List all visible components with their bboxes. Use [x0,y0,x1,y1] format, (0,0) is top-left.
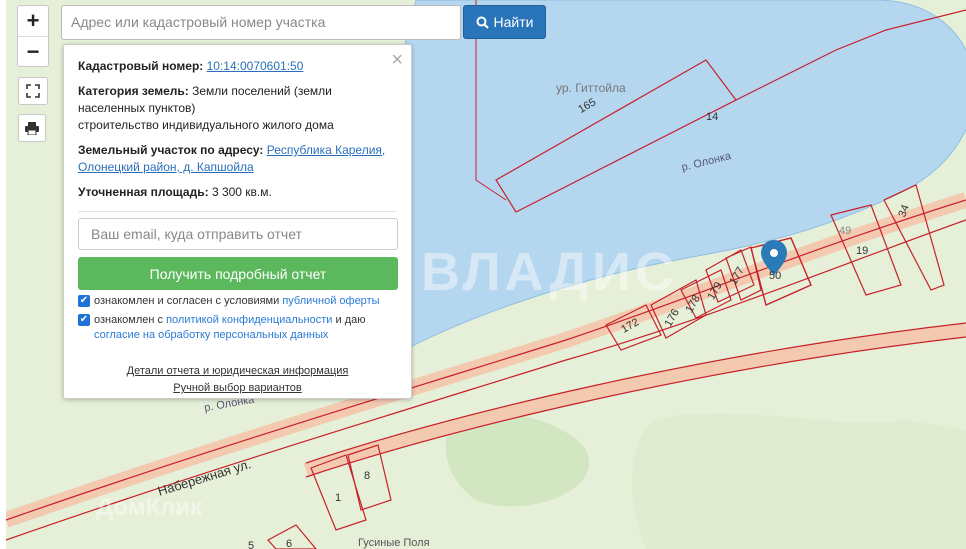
get-report-button[interactable]: Получить подробный отчет [78,257,398,290]
area-label: Уточненная площадь: [78,185,209,199]
fullscreen-button[interactable] [18,77,48,105]
parcel-label: 8 [364,470,371,482]
fullscreen-icon [26,84,40,98]
road-number-label: 14 [706,111,719,123]
address-row: Земельный участок по адресу: Республика … [78,142,397,176]
parcel-info-popup: × Кадастровый номер: 10:14:0070601:50 Ка… [63,44,412,399]
consent-text: ознакомлен и согласен с условиями [94,295,280,307]
zoom-in-button[interactable]: + [18,6,48,37]
checkmark-icon[interactable]: ✔ [78,314,90,326]
address-label: Земельный участок по адресу: [78,143,264,157]
popup-links: Детали отчета и юридическая информация Р… [78,363,397,397]
search-button-label: Найти [493,14,534,30]
consent-text: ознакомлен с [94,314,164,326]
zoom-control: + − [17,5,49,67]
divider [78,211,397,212]
offer-link[interactable]: публичной оферты [282,295,379,307]
cadastral-link[interactable]: 10:14:0070601:50 [207,59,304,73]
privacy-consent[interactable]: ✔ ознакомлен с политикой конфиденциально… [78,313,397,343]
place-label: ур. Гиттойла [556,81,626,95]
offer-consent[interactable]: ✔ ознакомлен и согласен с условиями публ… [78,294,397,309]
personal-data-link[interactable]: согласие на обработку персональных данны… [94,329,328,341]
watermark-text: ВЛАДИС [421,242,678,302]
category-label: Категория земель: [78,84,189,98]
parcel [883,184,945,291]
search-icon [476,16,489,29]
village-label: Гусиные Поля [358,537,430,549]
area-value: 3 300 кв.м. [211,185,272,199]
cadastral-row: Кадастровый номер: 10:14:0070601:50 [78,58,397,75]
zoom-out-button[interactable]: − [18,37,48,67]
cadastral-label: Кадастровый номер: [78,59,204,73]
search-button[interactable]: Найти [463,5,546,39]
search-input[interactable]: Адрес или кадастровый номер участка [61,5,461,40]
email-field[interactable]: Ваш email, куда отправить отчет [78,218,398,250]
parcel-label: 19 [856,245,869,257]
watermark-text-2: ДомКлик [96,494,203,521]
consent-text: и даю [335,314,366,326]
close-icon[interactable]: × [391,49,403,72]
parcel-label: 49 [839,225,852,237]
manual-selection-link[interactable]: Ручной выбор вариантов [173,382,301,394]
parcel-label: 1 [335,492,342,504]
forest-area [632,412,966,549]
parcel-label: 5 [248,540,255,549]
parcel-label: 50 [769,270,782,282]
category-row: Категория земель: Земли поселений (земли… [78,83,397,117]
print-icon [25,121,39,135]
usage-text: строительство индивидуального жилого дом… [78,118,334,132]
area-row: Уточненная площадь: 3 300 кв.м. [78,184,397,201]
privacy-link[interactable]: политикой конфиденциальности [166,314,332,326]
parcel-label: 6 [286,538,293,549]
checkmark-icon[interactable]: ✔ [78,295,90,307]
print-button[interactable] [18,114,46,142]
details-link[interactable]: Детали отчета и юридическая информация [127,365,349,377]
